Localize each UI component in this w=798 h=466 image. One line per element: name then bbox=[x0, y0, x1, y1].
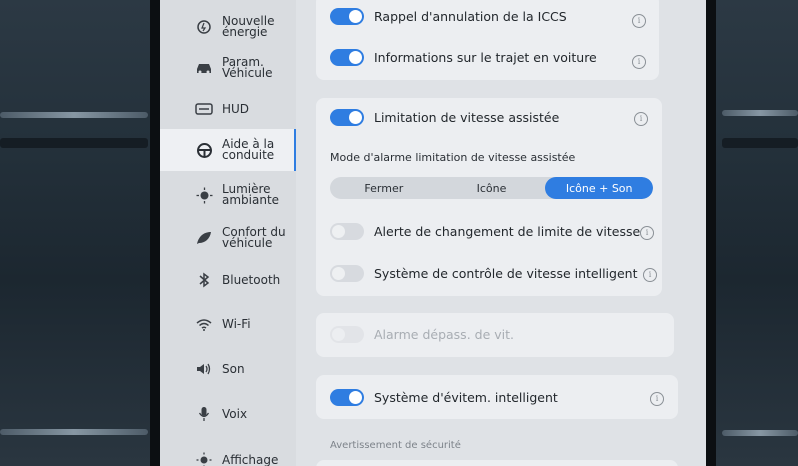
speed-limit-change-toggle[interactable] bbox=[330, 223, 364, 240]
alarm-mode-option-icone[interactable]: Icône bbox=[438, 177, 546, 199]
setting-label: Rappel d'annulation de la ICCS bbox=[374, 9, 567, 24]
info-icon[interactable]: i bbox=[632, 55, 646, 69]
infotainment-screen: Nouvelle énergie Param. Véhicule HUD Aid… bbox=[160, 0, 706, 466]
sidebar-item-hud[interactable]: HUD bbox=[160, 92, 296, 126]
alarm-mode-title: Mode d'alarme limitation de vitesse assi… bbox=[330, 151, 576, 164]
sidebar-item-label: Son bbox=[222, 361, 245, 376]
info-icon[interactable]: i bbox=[634, 112, 648, 126]
info-icon[interactable]: i bbox=[650, 392, 664, 406]
sidebar-item-voix[interactable]: Voix bbox=[160, 400, 296, 428]
sidebar-item-label: Bluetooth bbox=[222, 272, 281, 287]
alarm-mode-segmented-control: Fermer Icône Icône + Son bbox=[330, 177, 653, 199]
sidebar-item-label: Param. Véhicule bbox=[222, 55, 273, 80]
card-driving-info: Rappel d'annulation de la ICCS i Informa… bbox=[316, 0, 659, 80]
car-icon bbox=[194, 58, 214, 78]
iccs-reminder-toggle[interactable] bbox=[330, 8, 364, 25]
setting-row-trip-info: Informations sur le trajet en voiture bbox=[330, 49, 597, 66]
speed-limit-assist-toggle[interactable] bbox=[330, 109, 364, 126]
trip-info-toggle[interactable] bbox=[330, 49, 364, 66]
alarm-mode-option-icone-son[interactable]: Icône + Son bbox=[545, 177, 653, 199]
sidebar-item-son[interactable]: Son bbox=[160, 355, 296, 383]
air-vent bbox=[722, 430, 798, 436]
card-overspeed-alarm: Alarme dépass. de vit. bbox=[316, 313, 674, 357]
sidebar-item-label: Wi-Fi bbox=[222, 316, 251, 331]
ambient-light-icon bbox=[194, 185, 214, 205]
sidebar-item-bluetooth[interactable]: Bluetooth bbox=[160, 266, 296, 294]
air-vent bbox=[722, 110, 798, 116]
air-vent bbox=[0, 429, 148, 435]
info-icon[interactable]: i bbox=[632, 14, 646, 28]
intelligent-avoidance-toggle[interactable] bbox=[330, 389, 364, 406]
setting-label: Informations sur le trajet en voiture bbox=[374, 50, 597, 65]
leaf-icon bbox=[194, 228, 214, 248]
sidebar-item-label: Aide à la conduite bbox=[222, 137, 275, 162]
sidebar-item-nouvelle-energie[interactable]: Nouvelle énergie bbox=[160, 8, 296, 46]
sidebar-item-label: Affichage bbox=[222, 452, 279, 466]
sidebar-item-label: Confort du véhicule bbox=[222, 225, 286, 250]
sidebar-item-lumiere-ambiante[interactable]: Lumière ambiante bbox=[160, 176, 296, 214]
setting-label: Alerte de changement de limite de vitess… bbox=[374, 224, 641, 239]
setting-row-avoidance: Système d'évitem. intelligent bbox=[330, 389, 558, 406]
wifi-icon bbox=[194, 314, 214, 334]
dashboard-right bbox=[716, 0, 798, 466]
section-title-safety: Avertissement de sécurité bbox=[330, 440, 461, 451]
overspeed-alarm-toggle bbox=[330, 326, 364, 343]
dashboard-left bbox=[0, 0, 150, 466]
steering-wheel-icon bbox=[194, 140, 214, 160]
sidebar-item-param-vehicule[interactable]: Param. Véhicule bbox=[160, 50, 296, 86]
sidebar-item-aide-conduite[interactable]: Aide à la conduite bbox=[160, 129, 296, 171]
setting-row-overspeed: Alarme dépass. de vit. bbox=[330, 326, 514, 343]
air-vent-slot bbox=[0, 138, 148, 148]
settings-content: Rappel d'annulation de la ICCS i Informa… bbox=[310, 0, 706, 466]
alarm-mode-option-fermer[interactable]: Fermer bbox=[330, 177, 438, 199]
settings-sidebar: Nouvelle énergie Param. Véhicule HUD Aid… bbox=[160, 0, 296, 466]
air-vent bbox=[0, 112, 148, 118]
setting-label: Alarme dépass. de vit. bbox=[374, 327, 514, 342]
brightness-icon bbox=[194, 450, 214, 466]
air-vent-slot bbox=[722, 138, 798, 148]
sidebar-item-affichage[interactable]: Affichage bbox=[160, 446, 296, 466]
sidebar-item-confort-vehicule[interactable]: Confort du véhicule bbox=[160, 219, 296, 257]
info-icon[interactable]: i bbox=[640, 226, 654, 240]
bluetooth-icon bbox=[194, 270, 214, 290]
setting-row-iccs: Rappel d'annulation de la ICCS bbox=[330, 8, 567, 25]
setting-label: Système d'évitem. intelligent bbox=[374, 390, 558, 405]
setting-label: Limitation de vitesse assistée bbox=[374, 110, 560, 125]
speaker-icon bbox=[194, 359, 214, 379]
sidebar-item-label: Voix bbox=[222, 406, 248, 421]
sidebar-item-label: Lumière ambiante bbox=[222, 182, 280, 207]
sidebar-item-label: Nouvelle énergie bbox=[222, 14, 275, 39]
setting-row-intelligent-speed: Système de contrôle de vitesse intellige… bbox=[330, 265, 637, 282]
sidebar-item-label: HUD bbox=[222, 101, 250, 116]
energy-icon bbox=[194, 17, 214, 37]
sidebar-item-wifi[interactable]: Wi-Fi bbox=[160, 310, 296, 338]
setting-label: Système de contrôle de vitesse intellige… bbox=[374, 266, 638, 281]
intelligent-speed-toggle[interactable] bbox=[330, 265, 364, 282]
setting-row-speed-limit-assist: Limitation de vitesse assistée bbox=[330, 109, 559, 126]
card-safety-warning bbox=[316, 460, 678, 466]
info-icon[interactable]: i bbox=[643, 268, 657, 282]
card-intelligent-avoidance: Système d'évitem. intelligent i bbox=[316, 375, 678, 419]
setting-row-speed-limit-change: Alerte de changement de limite de vitess… bbox=[330, 223, 640, 240]
microphone-icon bbox=[194, 404, 214, 424]
hud-icon bbox=[194, 99, 214, 119]
